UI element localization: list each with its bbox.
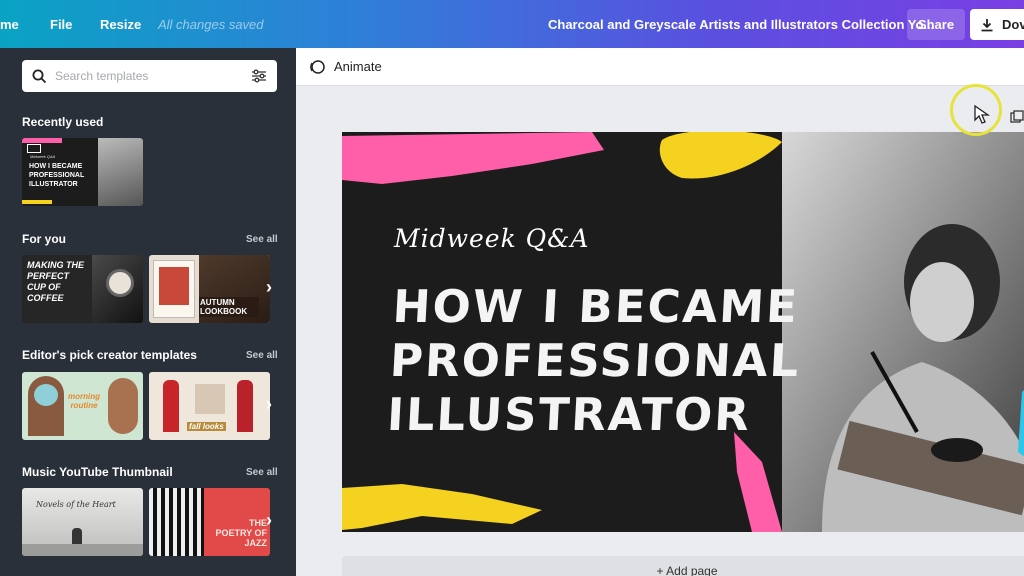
document-title[interactable]: Charcoal and Greyscale Artists and Illus…	[548, 17, 934, 32]
download-icon	[981, 18, 993, 31]
template-thumb-coffee[interactable]: MAKING THE PERFECT CUP OF COFFEE	[22, 255, 143, 323]
section-title-editors-pick: Editor's pick creator templates	[22, 348, 197, 362]
section-title-for-you: For you	[22, 232, 66, 246]
thumb-text: MAKING THE PERFECT CUP OF COFFEE	[27, 260, 84, 303]
download-button[interactable]: Dov	[970, 9, 1024, 40]
design-headline[interactable]: HOW I BECAME PROFESSIONAL ILLUSTRATOR	[385, 280, 802, 442]
home-menu[interactable]: me	[0, 17, 19, 32]
headline-line: ILLUSTRATOR	[385, 388, 753, 441]
next-arrow-editors-pick[interactable]: ›	[266, 394, 272, 415]
template-thumb-morning-routine[interactable]: morning routine	[22, 372, 143, 440]
animate-icon	[310, 59, 325, 74]
templates-panel: Search templates Recently used Midweek Q…	[0, 48, 305, 576]
download-label: Dov	[1002, 17, 1024, 32]
file-menu[interactable]: File	[50, 17, 72, 32]
headline-line: HOW I BECAME	[391, 280, 801, 333]
thumb-text: THE POETRY OF JAZZ	[215, 518, 267, 548]
section-title-recently-used: Recently used	[22, 115, 104, 129]
thumb-text: Novels of the Heart	[36, 500, 116, 509]
thumb-text: fall looks	[187, 422, 226, 431]
see-all-music-thumbnail[interactable]: See all	[246, 467, 278, 478]
search-icon	[32, 69, 47, 83]
see-all-for-you[interactable]: See all	[246, 234, 278, 245]
headline-line: PROFESSIONAL	[388, 334, 802, 387]
animate-button[interactable]: Animate	[334, 59, 382, 74]
next-arrow-for-you[interactable]: ›	[266, 277, 272, 298]
top-bar: me File Resize All changes saved Charcoa…	[0, 0, 1024, 48]
template-thumb-autumn[interactable]: AUTUMN LOOKBOOK	[149, 255, 270, 323]
design-page[interactable]: Midweek Q&A HOW I BECAME PROFESSIONAL IL…	[342, 132, 1024, 532]
editor-toolbar: Animate	[296, 48, 1024, 86]
resize-menu[interactable]: Resize	[100, 17, 141, 32]
see-all-editors-pick[interactable]: See all	[246, 350, 278, 361]
duplicate-page-icon[interactable]	[1010, 110, 1024, 124]
thumb-text: morning routine	[68, 392, 100, 410]
hand-cursor-icon	[974, 104, 991, 124]
template-thumb-jazz[interactable]: THE POETRY OF JAZZ	[149, 488, 270, 556]
section-title-music-thumbnail: Music YouTube Thumbnail	[22, 465, 173, 479]
next-arrow-music-thumbnail[interactable]: ›	[266, 510, 272, 531]
filter-icon[interactable]	[251, 69, 267, 83]
add-page-button[interactable]: + Add page	[342, 556, 1024, 576]
thumb-subtitle: Midweek Q&A	[30, 154, 56, 159]
share-button[interactable]: Share	[907, 9, 965, 40]
design-subtitle[interactable]: Midweek Q&A	[394, 224, 590, 253]
template-thumb-illustrator[interactable]: Midweek Q&A HOW I BECAME PROFESSIONAL IL…	[22, 138, 143, 206]
template-thumb-fall-looks[interactable]: fall looks	[149, 372, 270, 440]
thumb-text: AUTUMN LOOKBOOK	[199, 297, 259, 317]
thumb-text: HOW I BECAME PROFESSIONAL ILLUSTRATOR	[29, 163, 85, 188]
search-templates-box[interactable]: Search templates	[22, 60, 277, 92]
template-thumb-novels[interactable]: Novels of the Heart	[22, 488, 143, 556]
save-status: All changes saved	[158, 17, 264, 32]
search-input[interactable]: Search templates	[55, 69, 243, 83]
